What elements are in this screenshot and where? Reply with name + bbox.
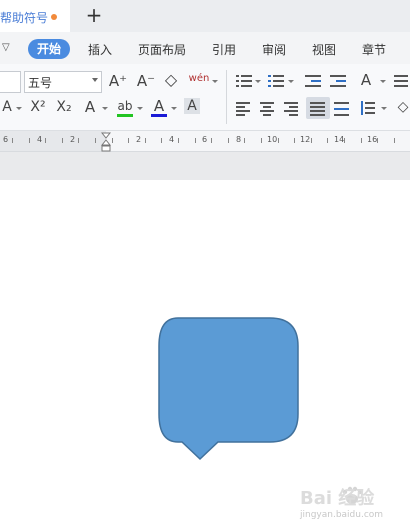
ribbon-separator-2 <box>226 70 227 124</box>
font-color-button[interactable]: A <box>151 98 167 114</box>
ruler-tick <box>278 138 279 143</box>
ruler-tick <box>112 138 113 143</box>
highlight-button[interactable]: ab <box>116 98 134 114</box>
ruler-tick <box>195 138 196 143</box>
ruler-tick <box>128 138 129 143</box>
bullet-list-icon[interactable] <box>236 74 252 88</box>
superscript-button[interactable]: X² <box>28 99 48 115</box>
menu-tab-insert[interactable]: 插入 <box>88 41 112 58</box>
menu-tab-review[interactable]: 审阅 <box>262 41 286 58</box>
ruler-number: 6 <box>3 135 9 144</box>
line-spacing-icon[interactable] <box>360 101 376 115</box>
ruler-tick <box>62 138 63 143</box>
callout-shape[interactable] <box>150 310 310 470</box>
ruler-tick <box>78 138 79 143</box>
ruler-number: 16 <box>367 135 378 144</box>
numbered-list-dropdown-icon[interactable] <box>288 80 294 83</box>
phonetic-dropdown-icon[interactable] <box>212 80 218 83</box>
font-size-value: 五号 <box>28 76 53 90</box>
ruler-tick <box>394 138 395 143</box>
show-hide-marks-icon[interactable] <box>394 74 410 88</box>
phonetic-guide-button[interactable]: wén <box>188 71 210 87</box>
menu-tab-sections[interactable]: 章节 <box>362 41 386 58</box>
menu-tab-view[interactable]: 视图 <box>312 41 336 58</box>
font-family-select[interactable] <box>0 71 21 93</box>
grow-font-button[interactable]: A⁺ <box>108 73 128 89</box>
menu-tab-references[interactable]: 引用 <box>212 41 236 58</box>
underline-dropdown-icon[interactable] <box>16 107 22 110</box>
ruler-tick <box>344 138 345 143</box>
indent-marker-icon[interactable] <box>101 132 111 152</box>
numbered-list-icon[interactable] <box>268 74 284 88</box>
font-color-dropdown-icon[interactable] <box>171 107 177 110</box>
align-left-icon[interactable] <box>236 101 252 116</box>
ruler-left-margin <box>0 131 106 151</box>
ruler-tick <box>327 138 328 143</box>
ruler-number: 4 <box>169 135 175 144</box>
text-effect-button[interactable]: A <box>82 99 98 115</box>
ruler-tick <box>29 138 30 143</box>
ruler-tick <box>311 138 312 143</box>
clear-format-button[interactable]: ◇ <box>162 72 180 88</box>
ruler-tick <box>145 138 146 143</box>
ruler-tick <box>211 138 212 143</box>
text-direction-button[interactable]: A <box>356 72 376 88</box>
ruler-number: 2 <box>70 135 76 144</box>
text-direction-dropdown-icon[interactable] <box>380 80 386 83</box>
menu-collapse-chevron-icon[interactable]: ▽ <box>2 42 10 53</box>
page-gap <box>0 152 410 180</box>
font-size-dropdown-icon[interactable] <box>92 78 98 82</box>
align-center-icon[interactable] <box>260 101 276 116</box>
ruler-number: 10 <box>267 135 278 144</box>
increase-indent-icon[interactable] <box>330 74 346 88</box>
ruler-tick <box>361 138 362 143</box>
watermark-brand: Bai 经验 <box>300 488 375 509</box>
line-spacing-dropdown-icon[interactable] <box>381 107 387 110</box>
justify-icon[interactable] <box>310 101 326 116</box>
document-tab-title[interactable]: 帮助符号 <box>0 9 48 26</box>
ruler-number: 4 <box>37 135 43 144</box>
text-effect-dropdown-icon[interactable] <box>102 107 108 110</box>
ruler-tick <box>228 138 229 143</box>
watermark-url: jingyan.baidu.com <box>300 510 384 520</box>
ruler-tick <box>45 138 46 143</box>
subscript-button[interactable]: X₂ <box>54 99 74 115</box>
ruler-tick <box>261 138 262 143</box>
new-tab-button[interactable]: + <box>84 4 104 26</box>
ruler-number: 14 <box>334 135 345 144</box>
ruler-tick <box>161 138 162 143</box>
ruler-number: 6 <box>202 135 208 144</box>
underline-a-icon[interactable]: A <box>0 99 14 115</box>
decrease-indent-icon[interactable] <box>305 74 321 88</box>
highlight-dropdown-icon[interactable] <box>137 107 143 110</box>
ruler-number: 8 <box>236 135 242 144</box>
ruler-tick <box>244 138 245 143</box>
ruler-tick <box>12 138 13 143</box>
unsaved-dot-icon <box>51 14 57 20</box>
menu-tab-home[interactable]: 开始 <box>28 39 70 59</box>
char-shading-button[interactable]: A <box>184 98 200 114</box>
font-color-bar <box>151 114 167 117</box>
menu-tab-page-layout[interactable]: 页面布局 <box>138 41 186 58</box>
bullet-list-dropdown-icon[interactable] <box>255 80 261 83</box>
ruler-number: 2 <box>136 135 142 144</box>
ruler-tick <box>294 138 295 143</box>
ruler-number: 12 <box>300 135 311 144</box>
ruler-tick <box>178 138 179 143</box>
shrink-font-button[interactable]: A⁻ <box>136 73 156 89</box>
ruler-tick <box>377 138 378 143</box>
distributed-align-icon[interactable] <box>334 101 350 116</box>
highlight-color-bar <box>117 114 133 117</box>
align-right-icon[interactable] <box>284 101 300 116</box>
shading-bucket-icon[interactable]: ◇ <box>396 99 410 115</box>
ruler-tick <box>95 138 96 143</box>
